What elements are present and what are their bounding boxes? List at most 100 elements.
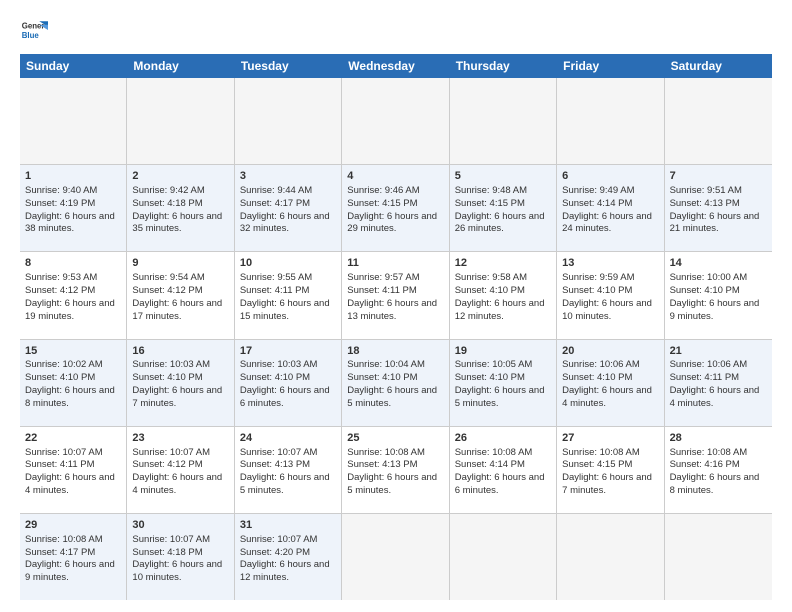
day-info: Sunrise: 9:40 AMSunset: 4:19 PMDaylight:… xyxy=(25,185,115,234)
calendar-cell: 30Sunrise: 10:07 AMSunset: 4:18 PMDaylig… xyxy=(127,514,234,600)
calendar-cell: 9Sunrise: 9:54 AMSunset: 4:12 PMDaylight… xyxy=(127,252,234,338)
calendar-cell xyxy=(235,78,342,164)
day-info: Sunrise: 10:05 AMSunset: 4:10 PMDaylight… xyxy=(455,359,545,408)
day-info: Sunrise: 9:57 AMSunset: 4:11 PMDaylight:… xyxy=(347,272,437,321)
calendar-week-3: 15Sunrise: 10:02 AMSunset: 4:10 PMDaylig… xyxy=(20,340,772,427)
day-info: Sunrise: 10:02 AMSunset: 4:10 PMDaylight… xyxy=(25,359,115,408)
col-header-sunday: Sunday xyxy=(20,54,127,78)
day-number: 3 xyxy=(240,169,336,184)
calendar-cell: 26Sunrise: 10:08 AMSunset: 4:14 PMDaylig… xyxy=(450,427,557,513)
calendar-cell: 16Sunrise: 10:03 AMSunset: 4:10 PMDaylig… xyxy=(127,340,234,426)
calendar-cell: 3Sunrise: 9:44 AMSunset: 4:17 PMDaylight… xyxy=(235,165,342,251)
calendar-cell: 13Sunrise: 9:59 AMSunset: 4:10 PMDayligh… xyxy=(557,252,664,338)
calendar-cell xyxy=(342,514,449,600)
day-info: Sunrise: 10:06 AMSunset: 4:10 PMDaylight… xyxy=(562,359,652,408)
calendar-cell: 17Sunrise: 10:03 AMSunset: 4:10 PMDaylig… xyxy=(235,340,342,426)
calendar-week-1: 1Sunrise: 9:40 AMSunset: 4:19 PMDaylight… xyxy=(20,165,772,252)
calendar-cell: 8Sunrise: 9:53 AMSunset: 4:12 PMDaylight… xyxy=(20,252,127,338)
calendar-week-2: 8Sunrise: 9:53 AMSunset: 4:12 PMDaylight… xyxy=(20,252,772,339)
day-number: 17 xyxy=(240,344,336,359)
day-info: Sunrise: 10:06 AMSunset: 4:11 PMDaylight… xyxy=(670,359,760,408)
calendar-cell: 12Sunrise: 9:58 AMSunset: 4:10 PMDayligh… xyxy=(450,252,557,338)
calendar-cell: 22Sunrise: 10:07 AMSunset: 4:11 PMDaylig… xyxy=(20,427,127,513)
logo: General Blue xyxy=(20,16,52,44)
calendar-cell: 24Sunrise: 10:07 AMSunset: 4:13 PMDaylig… xyxy=(235,427,342,513)
calendar-cell: 2Sunrise: 9:42 AMSunset: 4:18 PMDaylight… xyxy=(127,165,234,251)
day-info: Sunrise: 10:04 AMSunset: 4:10 PMDaylight… xyxy=(347,359,437,408)
day-info: Sunrise: 10:08 AMSunset: 4:15 PMDaylight… xyxy=(562,447,652,496)
calendar-cell: 20Sunrise: 10:06 AMSunset: 4:10 PMDaylig… xyxy=(557,340,664,426)
calendar-body: 1Sunrise: 9:40 AMSunset: 4:19 PMDaylight… xyxy=(20,78,772,600)
calendar-cell: 14Sunrise: 10:00 AMSunset: 4:10 PMDaylig… xyxy=(665,252,772,338)
day-info: Sunrise: 9:48 AMSunset: 4:15 PMDaylight:… xyxy=(455,185,545,234)
header: General Blue xyxy=(20,16,772,44)
day-number: 6 xyxy=(562,169,658,184)
calendar-cell xyxy=(557,514,664,600)
day-number: 19 xyxy=(455,344,551,359)
col-header-saturday: Saturday xyxy=(665,54,772,78)
day-number: 5 xyxy=(455,169,551,184)
col-header-monday: Monday xyxy=(127,54,234,78)
day-info: Sunrise: 9:42 AMSunset: 4:18 PMDaylight:… xyxy=(132,185,222,234)
day-number: 27 xyxy=(562,431,658,446)
day-number: 25 xyxy=(347,431,443,446)
calendar-week-0 xyxy=(20,78,772,165)
day-number: 23 xyxy=(132,431,228,446)
calendar-cell xyxy=(20,78,127,164)
day-number: 30 xyxy=(132,518,228,533)
calendar-week-4: 22Sunrise: 10:07 AMSunset: 4:11 PMDaylig… xyxy=(20,427,772,514)
calendar-cell xyxy=(665,514,772,600)
day-info: Sunrise: 10:07 AMSunset: 4:18 PMDaylight… xyxy=(132,534,222,583)
day-number: 7 xyxy=(670,169,767,184)
calendar-cell: 11Sunrise: 9:57 AMSunset: 4:11 PMDayligh… xyxy=(342,252,449,338)
calendar-cell: 10Sunrise: 9:55 AMSunset: 4:11 PMDayligh… xyxy=(235,252,342,338)
day-number: 2 xyxy=(132,169,228,184)
day-number: 12 xyxy=(455,256,551,271)
day-info: Sunrise: 10:08 AMSunset: 4:13 PMDaylight… xyxy=(347,447,437,496)
calendar-cell: 23Sunrise: 10:07 AMSunset: 4:12 PMDaylig… xyxy=(127,427,234,513)
day-number: 11 xyxy=(347,256,443,271)
day-info: Sunrise: 10:07 AMSunset: 4:20 PMDaylight… xyxy=(240,534,330,583)
day-number: 16 xyxy=(132,344,228,359)
day-number: 14 xyxy=(670,256,767,271)
calendar-cell: 15Sunrise: 10:02 AMSunset: 4:10 PMDaylig… xyxy=(20,340,127,426)
day-info: Sunrise: 10:03 AMSunset: 4:10 PMDaylight… xyxy=(132,359,222,408)
col-header-thursday: Thursday xyxy=(450,54,557,78)
day-info: Sunrise: 9:55 AMSunset: 4:11 PMDaylight:… xyxy=(240,272,330,321)
day-number: 10 xyxy=(240,256,336,271)
page: General Blue SundayMondayTuesdayWednesda… xyxy=(0,0,792,612)
day-info: Sunrise: 9:58 AMSunset: 4:10 PMDaylight:… xyxy=(455,272,545,321)
calendar-cell: 7Sunrise: 9:51 AMSunset: 4:13 PMDaylight… xyxy=(665,165,772,251)
calendar-cell xyxy=(557,78,664,164)
logo-icon: General Blue xyxy=(20,16,48,44)
calendar-week-5: 29Sunrise: 10:08 AMSunset: 4:17 PMDaylig… xyxy=(20,514,772,600)
col-header-tuesday: Tuesday xyxy=(235,54,342,78)
svg-text:Blue: Blue xyxy=(22,31,40,40)
calendar-cell: 4Sunrise: 9:46 AMSunset: 4:15 PMDaylight… xyxy=(342,165,449,251)
day-info: Sunrise: 10:08 AMSunset: 4:16 PMDaylight… xyxy=(670,447,760,496)
day-info: Sunrise: 10:08 AMSunset: 4:14 PMDaylight… xyxy=(455,447,545,496)
day-info: Sunrise: 10:07 AMSunset: 4:11 PMDaylight… xyxy=(25,447,115,496)
day-number: 31 xyxy=(240,518,336,533)
day-number: 18 xyxy=(347,344,443,359)
calendar-cell: 19Sunrise: 10:05 AMSunset: 4:10 PMDaylig… xyxy=(450,340,557,426)
calendar-cell: 27Sunrise: 10:08 AMSunset: 4:15 PMDaylig… xyxy=(557,427,664,513)
day-info: Sunrise: 9:44 AMSunset: 4:17 PMDaylight:… xyxy=(240,185,330,234)
day-number: 26 xyxy=(455,431,551,446)
calendar: SundayMondayTuesdayWednesdayThursdayFrid… xyxy=(20,54,772,600)
calendar-header: SundayMondayTuesdayWednesdayThursdayFrid… xyxy=(20,54,772,78)
day-info: Sunrise: 9:53 AMSunset: 4:12 PMDaylight:… xyxy=(25,272,115,321)
day-number: 22 xyxy=(25,431,121,446)
col-header-wednesday: Wednesday xyxy=(342,54,449,78)
calendar-cell: 6Sunrise: 9:49 AMSunset: 4:14 PMDaylight… xyxy=(557,165,664,251)
day-number: 8 xyxy=(25,256,121,271)
col-header-friday: Friday xyxy=(557,54,664,78)
calendar-cell: 18Sunrise: 10:04 AMSunset: 4:10 PMDaylig… xyxy=(342,340,449,426)
day-number: 21 xyxy=(670,344,767,359)
day-info: Sunrise: 10:07 AMSunset: 4:13 PMDaylight… xyxy=(240,447,330,496)
day-number: 13 xyxy=(562,256,658,271)
day-number: 29 xyxy=(25,518,121,533)
calendar-cell: 21Sunrise: 10:06 AMSunset: 4:11 PMDaylig… xyxy=(665,340,772,426)
calendar-cell xyxy=(665,78,772,164)
day-info: Sunrise: 9:46 AMSunset: 4:15 PMDaylight:… xyxy=(347,185,437,234)
